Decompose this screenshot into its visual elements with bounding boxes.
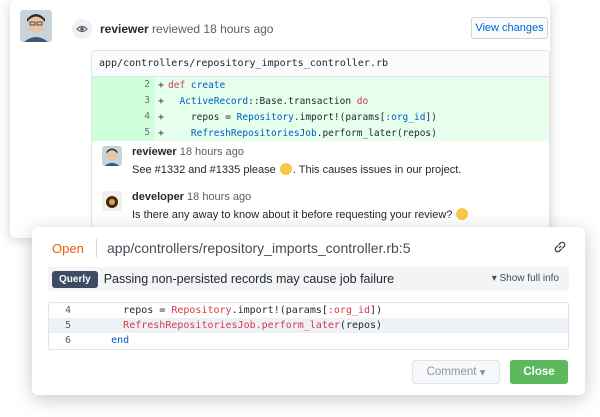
code-snippet: 4 repos = Repository.import!(params[:org…: [48, 302, 569, 350]
divider: [96, 239, 97, 257]
close-button[interactable]: Close: [510, 360, 568, 384]
analyzer-badge: Querly: [52, 270, 98, 288]
review-header-user[interactable]: reviewer: [100, 22, 149, 36]
snippet-line: 5 RefreshRepositoriesJob.perform_later(r…: [49, 318, 568, 333]
diff-file-path[interactable]: app/controllers/repository_imports_contr…: [92, 51, 549, 77]
diff-line-number: 4: [92, 109, 154, 125]
review-card: reviewer reviewed 18 hours ago View chan…: [10, 0, 550, 238]
snippet-code: repos = Repository.import!(params[:org_i…: [123, 305, 383, 316]
show-full-info-toggle[interactable]: ▾ Show full info: [492, 273, 559, 284]
diff-line: 4 + repos = Repository.import!(params[:o…: [92, 109, 549, 125]
comment-time: 18 hours ago: [187, 191, 252, 203]
reviewer-avatar[interactable]: [20, 10, 52, 42]
issue-file-path[interactable]: app/controllers/repository_imports_contr…: [107, 240, 410, 256]
confused-emoji-icon: [279, 163, 292, 175]
comment-body: See #1332 and #1335 please . This causes…: [132, 163, 462, 176]
snippet-code: end: [111, 335, 130, 346]
thinking-emoji-icon: [456, 208, 469, 220]
diff-line-number: 2: [92, 77, 154, 93]
snippet-code: RefreshRepositoriesJob.perform_later(rep…: [123, 320, 383, 331]
snippet-line-number: 6: [64, 335, 71, 346]
diff-line-number: 5: [92, 125, 154, 141]
snippet-line-number: 5: [64, 320, 71, 331]
diff-line: 5 + RefreshRepositoriesJob.perform_later…: [92, 125, 549, 141]
diff-sign: +: [158, 95, 164, 107]
snippet-line-number: 4: [64, 305, 71, 316]
rule-row: Querly Passing non-persisted records may…: [48, 267, 569, 291]
diff-sign: +: [158, 111, 164, 123]
reviewer-avatar[interactable]: [102, 146, 122, 166]
caret-down-icon: ▾: [479, 367, 486, 379]
diff-code: RefreshRepositoriesJob.perform_later(rep…: [190, 127, 437, 139]
chevron-down-icon: ▾: [491, 273, 497, 284]
comment-body: Is there any away to know about it befor…: [132, 208, 469, 221]
comment-author[interactable]: reviewer: [132, 146, 177, 158]
diff-code: def create: [168, 79, 226, 91]
link-icon[interactable]: [553, 240, 567, 254]
view-changes-button[interactable]: View changes: [471, 17, 548, 39]
comment-button[interactable]: Comment ▾: [412, 360, 500, 384]
diff-sign: +: [158, 79, 164, 91]
rule-title: Passing non-persisted records may cause …: [103, 272, 395, 286]
comment-meta: developer 18 hours ago: [132, 191, 251, 203]
diff-code: repos = Repository.import!(params[:org_i…: [190, 111, 437, 123]
comment-meta: reviewer 18 hours ago: [132, 146, 244, 158]
comment-author[interactable]: developer: [132, 191, 184, 203]
review-header: reviewer reviewed 18 hours ago: [100, 22, 273, 36]
developer-avatar[interactable]: [102, 191, 122, 211]
issue-card: Open app/controllers/repository_imports_…: [32, 227, 585, 395]
review-header-text: reviewed 18 hours ago: [152, 22, 274, 36]
snippet-line: 4 repos = Repository.import!(params[:org…: [49, 303, 568, 318]
diff-line: 3 + ActiveRecord::Base.transaction do: [92, 93, 549, 109]
eye-icon: [72, 19, 92, 39]
diff-sign: +: [158, 127, 164, 139]
comment-time: 18 hours ago: [179, 146, 244, 158]
status-label: Open: [52, 241, 84, 256]
diff-line-number: 3: [92, 93, 154, 109]
diff-code: ActiveRecord::Base.transaction do: [179, 95, 369, 107]
snippet-line: 6 end: [49, 333, 568, 348]
diff-line: 2 + def create: [92, 77, 549, 93]
